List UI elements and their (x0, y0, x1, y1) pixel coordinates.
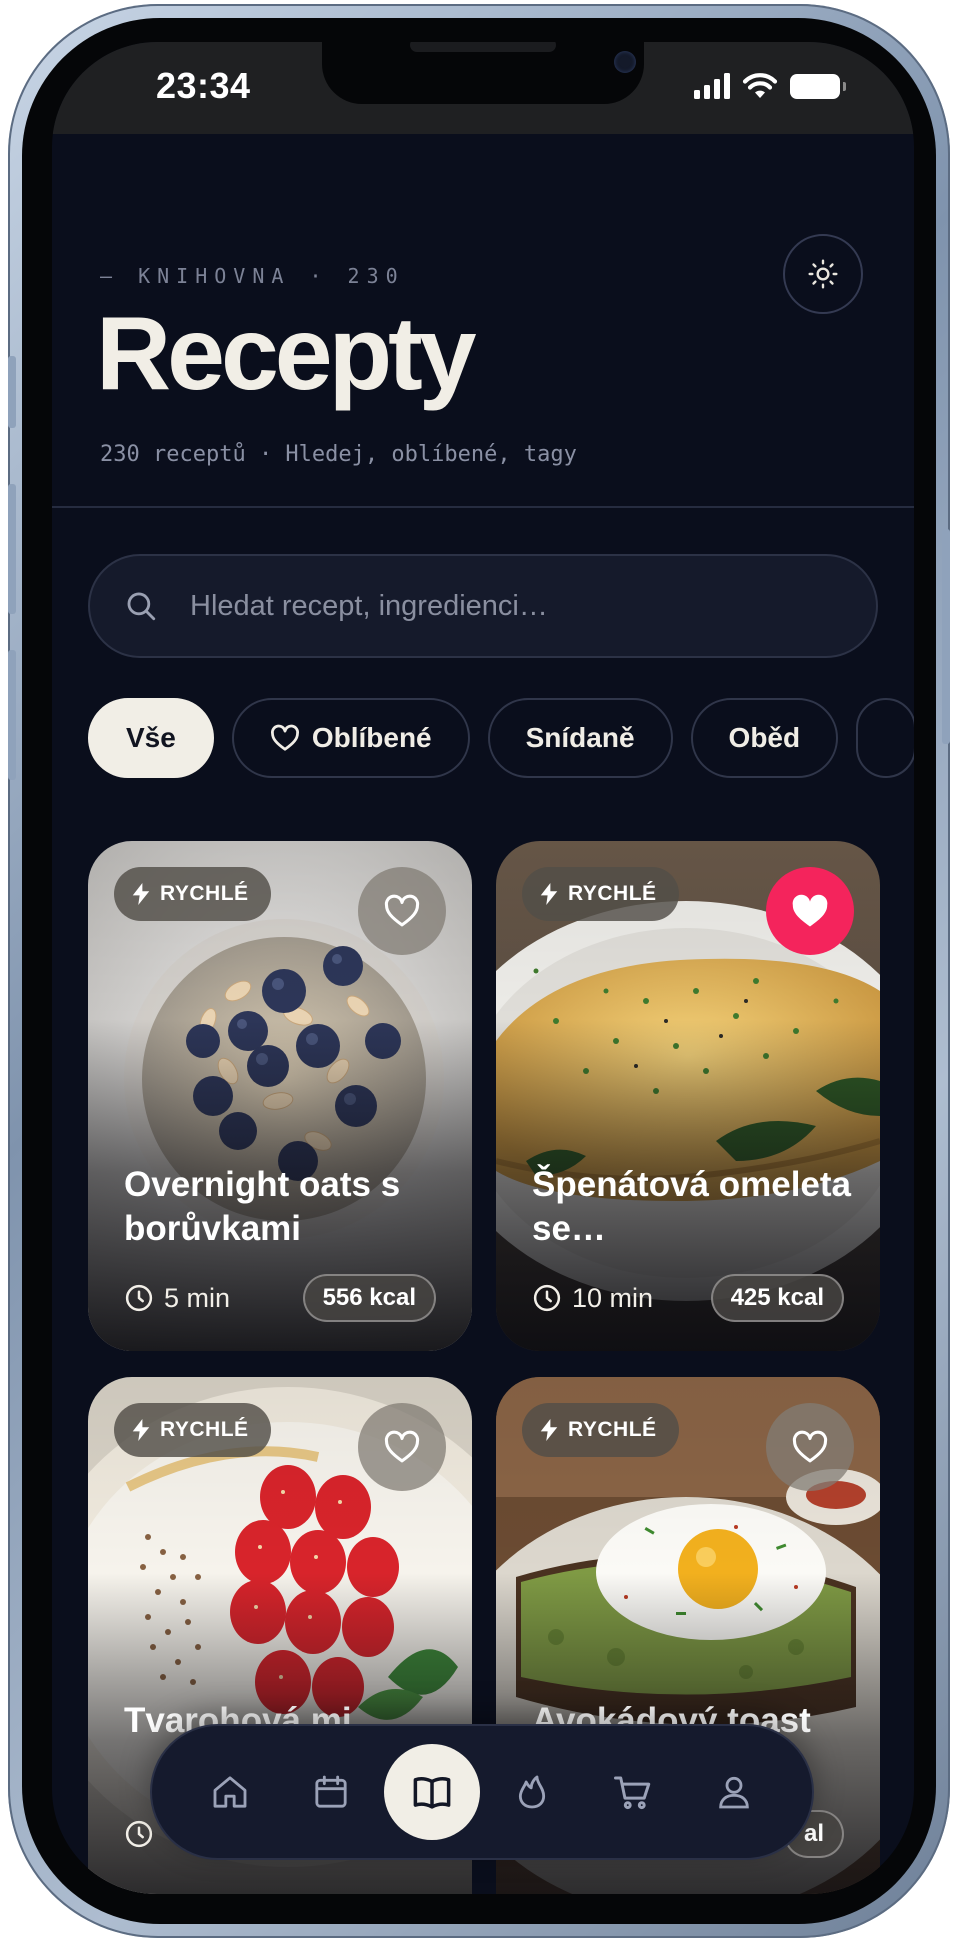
bolt-icon (540, 883, 558, 905)
recipe-card[interactable]: RYCHLÉ Špenátová omeleta se… 10 min 425 … (496, 841, 880, 1351)
recipe-card[interactable]: RYCHLÉ Overnight oats s borůvkami 5 min … (88, 841, 472, 1351)
heart-filled-icon (792, 894, 828, 927)
cart-icon (613, 1776, 651, 1810)
bolt-icon (132, 883, 150, 905)
nav-profile[interactable] (686, 1744, 782, 1840)
chip-label: Oběd (728, 722, 801, 753)
signal-icon (694, 73, 730, 99)
nav-recipes[interactable] (383, 1744, 480, 1840)
calendar-icon (315, 1775, 347, 1808)
chip-label: Snídaně (525, 722, 635, 753)
speaker-grille (410, 42, 556, 52)
page-title: Recepty (96, 296, 477, 412)
home-icon (213, 1776, 247, 1808)
badge-label: RYCHLÉ (160, 1418, 249, 1441)
recipe-title: Špenátová omeleta se… (532, 1165, 851, 1248)
prep-time-label: 10 min (572, 1282, 654, 1313)
bottom-nav (150, 1724, 814, 1860)
volume-down-button (8, 650, 16, 780)
power-button (942, 529, 950, 744)
clock-icon (125, 1820, 153, 1848)
chip-all[interactable]: Vše (88, 698, 214, 778)
header-divider (52, 506, 914, 508)
prep-time (124, 1819, 154, 1849)
recipe-meta: 5 min 556 kcal (124, 1273, 436, 1323)
page-subtitle: 230 receptů · Hledej, oblíbené, tagy (100, 442, 577, 467)
favorite-button[interactable] (766, 1403, 854, 1491)
silent-switch (8, 356, 16, 428)
search-icon (127, 592, 156, 621)
search-input[interactable] (190, 556, 850, 656)
chip-breakfast[interactable]: Snídaně (487, 698, 673, 778)
quick-badge: RYCHLÉ (114, 867, 271, 921)
nav-shopping[interactable] (585, 1744, 681, 1840)
chip-favorites[interactable]: Oblíbené (231, 698, 470, 778)
status-time: 23:34 (156, 65, 251, 106)
status-icons (694, 72, 846, 100)
bolt-icon (132, 1419, 150, 1441)
favorite-button[interactable] (358, 867, 446, 955)
app-screen: 23:34 — KNIHOVNA · 230 Recepty 230 recep… (52, 42, 914, 1894)
kcal-badge: 425 kcal (710, 1274, 844, 1322)
badge-label: RYCHLÉ (568, 882, 657, 905)
chip-label: Oblíbené (311, 722, 432, 753)
camera-icon (614, 51, 636, 73)
user-icon (718, 1776, 749, 1809)
flame-icon (519, 1775, 546, 1809)
badge-label: RYCHLÉ (568, 1418, 657, 1441)
heart-outline-icon (384, 1430, 420, 1463)
recipe-meta: 10 min 425 kcal (532, 1273, 844, 1323)
battery-icon (790, 73, 846, 99)
clock-icon (533, 1284, 561, 1312)
theme-toggle-button[interactable] (783, 234, 863, 314)
chip-label: Vše (126, 722, 176, 753)
volume-up-button (8, 484, 16, 614)
search-bar[interactable] (88, 554, 878, 658)
nav-calendar[interactable] (283, 1744, 379, 1840)
quick-badge: RYCHLÉ (522, 1403, 679, 1457)
prep-time: 10 min (532, 1283, 653, 1314)
nav-home[interactable] (182, 1744, 278, 1840)
quick-badge: RYCHLÉ (114, 1403, 271, 1457)
clock-icon (125, 1284, 153, 1312)
wifi-icon (742, 73, 778, 98)
library-kicker: — KNIHOVNA · 230 (100, 264, 405, 288)
heart-outline-icon (270, 724, 299, 751)
favorite-button[interactable] (358, 1403, 446, 1491)
chip-more[interactable] (856, 698, 914, 778)
favorite-button[interactable] (766, 867, 854, 955)
book-icon (413, 1777, 451, 1809)
recipe-title: Overnight oats s borůvkami (124, 1165, 401, 1248)
quick-badge: RYCHLÉ (522, 867, 679, 921)
heart-outline-icon (792, 1430, 828, 1463)
heart-outline-icon (384, 894, 420, 927)
prep-time: 5 min (124, 1283, 230, 1314)
badge-label: RYCHLÉ (160, 882, 249, 905)
bolt-icon (540, 1419, 558, 1441)
status-bar: 23:34 (52, 42, 914, 134)
kcal-badge: 556 kcal (302, 1274, 436, 1322)
chip-lunch[interactable]: Oběd (690, 698, 839, 778)
nav-calories[interactable] (484, 1744, 580, 1840)
prep-time-label: 5 min (164, 1282, 231, 1313)
filter-chips: Vše Oblíbené Snídaně Oběd (88, 698, 914, 780)
sun-icon (808, 259, 838, 289)
